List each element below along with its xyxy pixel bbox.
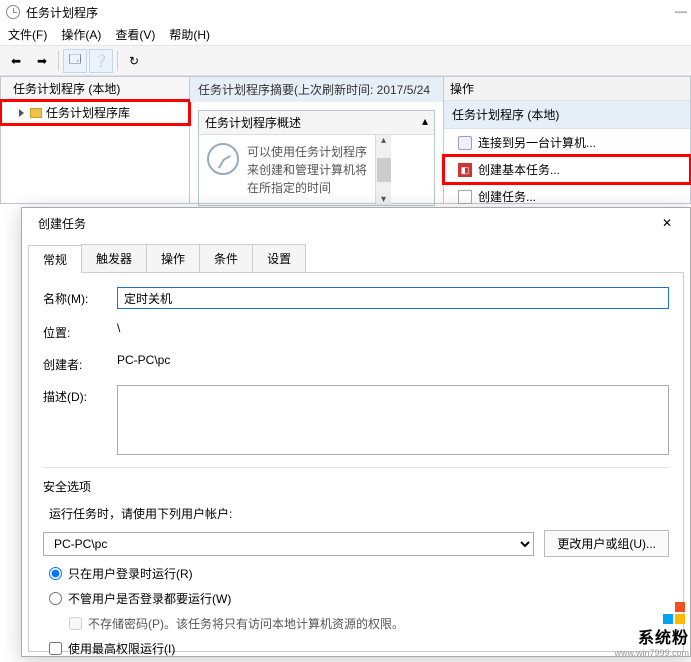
view-button[interactable]: 🗔 [63, 49, 87, 73]
menu-file[interactable]: 文件(F) [8, 26, 47, 43]
tree-item-label: 任务计划程序库 [46, 104, 130, 121]
window-title: 任务计划程序 [26, 4, 98, 21]
close-icon[interactable]: — [675, 4, 687, 18]
tab-actions[interactable]: 操作 [146, 244, 200, 272]
watermark: 系统粉 www.win7999.com [614, 602, 689, 658]
task-icon [458, 190, 472, 204]
tree-pane: 任务计划程序 (本地) 任务计划程序库 [0, 76, 190, 204]
security-hint: 运行任务时，请使用下列用户帐户: [49, 505, 669, 522]
checkbox-no-password [69, 617, 82, 630]
account-select[interactable]: PC-PC\pc [43, 532, 534, 556]
summary-box: 任务计划程序概述 ▴ 可以使用任务计划程序来创建和管理计算机将在所指定的时间 ▴… [198, 110, 435, 206]
author-value: PC-PC\pc [117, 353, 170, 367]
tab-panel-general: 名称(M): 位置: \ 创建者: PC-PC\pc 描述(D): 安全选项 运… [28, 272, 684, 652]
forward-button[interactable]: ➡ [30, 49, 54, 73]
clock-icon-large [207, 143, 239, 175]
tab-general[interactable]: 常规 [28, 245, 82, 273]
window-titlebar: 任务计划程序 — [0, 0, 691, 24]
tab-triggers[interactable]: 触发器 [81, 244, 147, 272]
refresh-button[interactable]: ↻ [122, 49, 146, 73]
summary-text: 可以使用任务计划程序来创建和管理计算机将在所指定的时间 [247, 143, 367, 197]
author-label: 创建者: [43, 353, 103, 373]
create-task-dialog: 创建任务 ✕ 常规 触发器 操作 条件 设置 名称(M): 位置: \ 创建者:… [21, 207, 691, 657]
name-input[interactable] [117, 287, 669, 309]
radio-run-always-label: 不管用户是否登录都要运行(W) [68, 590, 231, 607]
scroll-thumb[interactable] [377, 158, 391, 182]
actions-pane: 操作 任务计划程序 (本地) 连接到另一台计算机... ◧ 创建基本任务... … [443, 76, 691, 204]
menubar: 文件(F) 操作(A) 查看(V) 帮助(H) [0, 24, 691, 46]
tree-root[interactable]: 任务计划程序 (本地) [1, 77, 189, 101]
scroll-down-icon[interactable]: ▾ [381, 194, 386, 205]
menu-view[interactable]: 查看(V) [115, 26, 155, 43]
description-input[interactable] [117, 385, 669, 455]
windows-logo-icon [663, 602, 685, 624]
summary-pane: 任务计划程序摘要(上次刷新时间: 2017/5/24 任务计划程序概述 ▴ 可以… [190, 76, 443, 204]
action-create-task[interactable]: 创建任务... [444, 183, 690, 210]
change-user-button[interactable]: 更改用户或组(U)... [544, 530, 669, 557]
tab-settings[interactable]: 设置 [252, 244, 306, 272]
actions-section: 任务计划程序 (本地) [444, 101, 690, 129]
radio-run-logged-in-label: 只在用户登录时运行(R) [68, 565, 193, 582]
help-button[interactable]: ❔ [89, 49, 113, 73]
summary-box-header: 任务计划程序概述 ▴ [199, 111, 434, 135]
summary-bar: 任务计划程序摘要(上次刷新时间: 2017/5/24 [190, 77, 443, 102]
security-header: 安全选项 [43, 478, 669, 495]
scrollbar[interactable]: ▴ ▾ [375, 135, 391, 205]
dialog-close-button[interactable]: ✕ [654, 214, 680, 232]
scroll-up-icon[interactable]: ▴ [381, 135, 386, 146]
computer-icon [458, 136, 472, 150]
chevron-right-icon [19, 109, 24, 117]
watermark-url: www.win7999.com [614, 648, 689, 658]
watermark-brand: 系统粉 [614, 624, 689, 648]
action-connect[interactable]: 连接到另一台计算机... [444, 129, 690, 156]
actions-header: 操作 [444, 77, 690, 101]
radio-run-always[interactable] [49, 592, 62, 605]
folder-icon [30, 108, 42, 118]
new-task-icon: ◧ [458, 163, 472, 177]
checkbox-highest-priv-label: 使用最高权限运行(I) [68, 640, 175, 657]
description-label: 描述(D): [43, 385, 103, 405]
checkbox-no-password-label: 不存储密码(P)。该任务将只有访问本地计算机资源的权限。 [88, 615, 404, 632]
menu-help[interactable]: 帮助(H) [169, 26, 210, 43]
tree-root-label: 任务计划程序 (本地) [13, 80, 120, 97]
dialog-title: 创建任务 [38, 215, 86, 232]
back-button[interactable]: ⬅ [4, 49, 28, 73]
location-label: 位置: [43, 321, 103, 341]
clock-icon [6, 5, 20, 19]
tab-strip: 常规 触发器 操作 条件 设置 [28, 244, 684, 272]
radio-run-logged-in[interactable] [49, 567, 62, 580]
name-label: 名称(M): [43, 287, 103, 307]
checkbox-highest-priv[interactable] [49, 642, 62, 655]
location-value: \ [117, 321, 120, 335]
collapse-icon[interactable]: ▴ [422, 114, 428, 131]
dialog-titlebar: 创建任务 ✕ [22, 208, 690, 238]
tree-item-library[interactable]: 任务计划程序库 [1, 101, 189, 124]
menu-action[interactable]: 操作(A) [61, 26, 101, 43]
action-create-basic-task[interactable]: ◧ 创建基本任务... [444, 156, 690, 183]
tab-conditions[interactable]: 条件 [199, 244, 253, 272]
toolbar: ⬅ ➡ 🗔 ❔ ↻ [0, 46, 691, 76]
